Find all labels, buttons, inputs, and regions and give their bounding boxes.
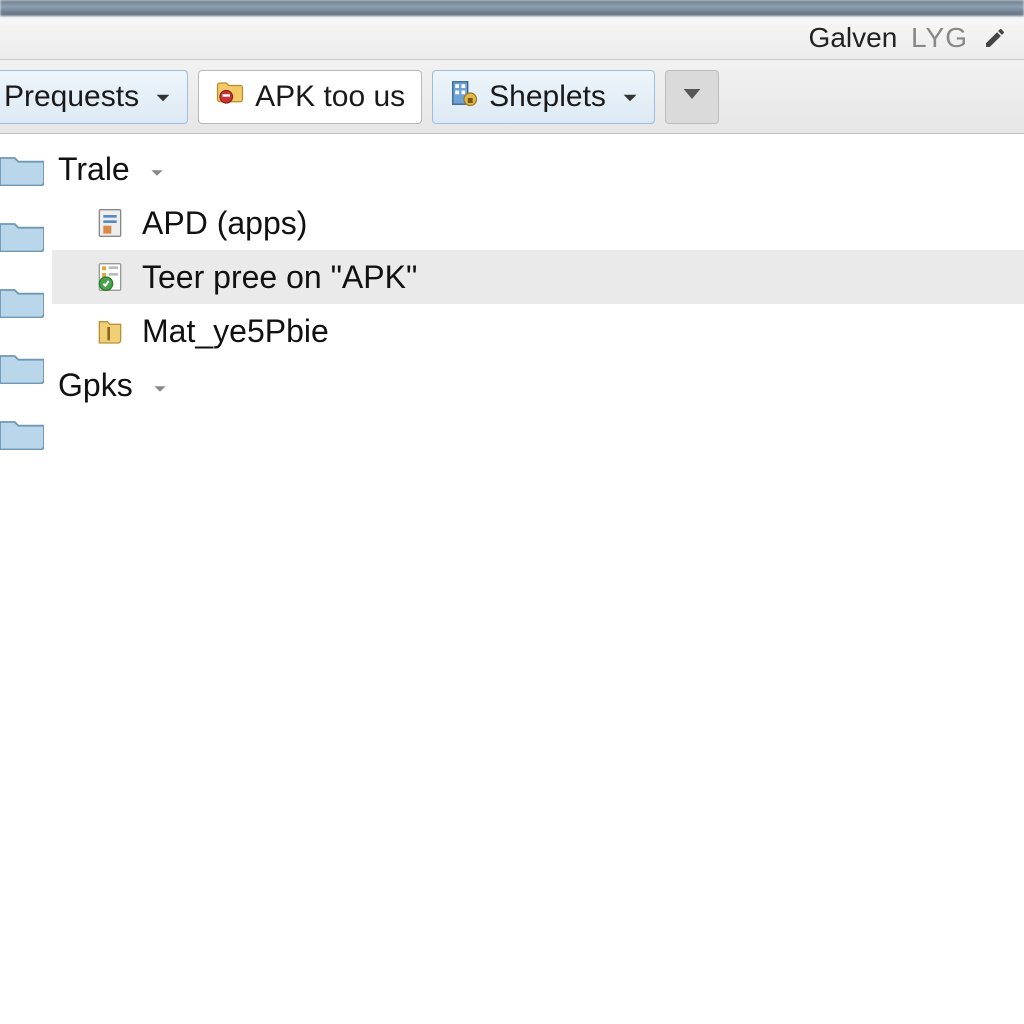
toolbar-button-label: APK too us	[255, 80, 405, 114]
tree-item-apd[interactable]: APD (apps)	[52, 196, 1024, 250]
toolbar-button-apk[interactable]: APK too us	[198, 70, 422, 124]
user-name-label: Galven LYG	[809, 22, 968, 54]
edit-icon[interactable]	[982, 25, 1008, 51]
sidebar-folder[interactable]	[0, 208, 44, 262]
toolbar: Prequests APK too us	[0, 60, 1024, 134]
toolbar-button-prequests[interactable]: Prequests	[0, 70, 188, 124]
app-file-icon	[92, 205, 128, 241]
toolbar-button-label: Sheplets	[489, 80, 606, 114]
folder-icon	[215, 78, 245, 116]
sidebar-folder-strip	[0, 134, 52, 1024]
sidebar-folder[interactable]	[0, 406, 44, 460]
archive-file-icon	[92, 313, 128, 349]
user-suffix-text: LYG	[911, 22, 968, 53]
tree-group-gpks[interactable]: Gpks	[52, 358, 1024, 412]
sidebar-folder[interactable]	[0, 340, 44, 394]
tree-item-label: Teer pree on "APK"	[142, 259, 417, 296]
sidebar-folder[interactable]	[0, 274, 44, 328]
tree-item-label: APD (apps)	[142, 205, 307, 242]
toolbar-button-label: Prequests	[4, 80, 139, 114]
toolbar-overflow-button[interactable]	[665, 70, 719, 124]
chevron-down-icon	[150, 151, 164, 188]
file-tree: Trale APD (apps)	[52, 134, 1024, 1024]
chevron-down-icon	[682, 84, 702, 109]
app-window: Galven LYG Prequests APK too us	[0, 0, 1024, 1024]
toolbar-button-sheplets[interactable]: Sheplets	[432, 70, 655, 124]
header-user-row: Galven LYG	[0, 16, 1024, 60]
chevron-down-icon	[622, 80, 638, 114]
tree-item-teer[interactable]: Teer pree on "APK"	[52, 250, 1024, 304]
tree-item-mat[interactable]: Mat_ye5Pbie	[52, 304, 1024, 358]
settings-file-icon	[92, 259, 128, 295]
building-lock-icon	[449, 78, 479, 116]
tree-group-label: Trale	[58, 151, 130, 188]
tree-group-trale[interactable]: Trale	[52, 142, 1024, 196]
content-area: Trale APD (apps)	[0, 134, 1024, 1024]
chevron-down-icon	[155, 80, 171, 114]
user-name-text: Galven	[809, 22, 898, 53]
window-title-glass	[0, 0, 1024, 16]
tree-group-label: Gpks	[58, 367, 133, 404]
tree-item-label: Mat_ye5Pbie	[142, 313, 329, 350]
chevron-down-icon	[153, 367, 167, 404]
sidebar-folder[interactable]	[0, 142, 44, 196]
